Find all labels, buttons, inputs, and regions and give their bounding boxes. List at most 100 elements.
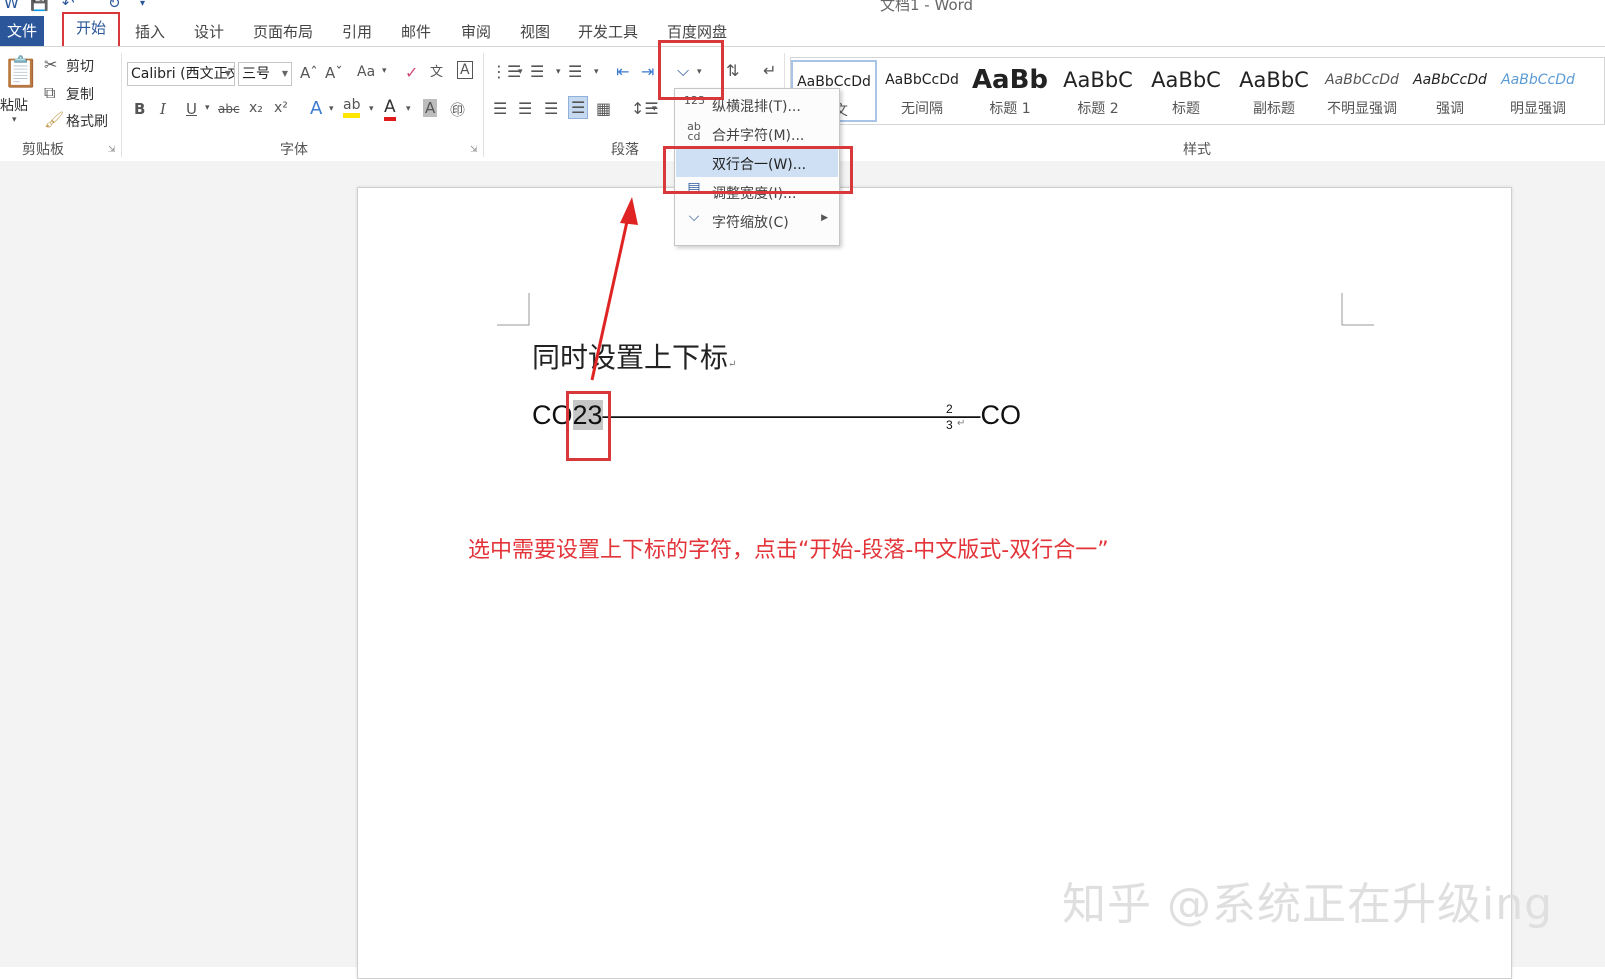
tab-design[interactable]: 设计 [194, 21, 224, 42]
underline-button[interactable]: U [186, 100, 197, 118]
line-spacing-dropdown-icon[interactable]: ▾ [652, 104, 657, 114]
paste-icon[interactable]: 📋 [2, 55, 39, 90]
instruction-annotation: 选中需要设置上下标的字符，点击“开始-段落-中文版式-双行合一” [468, 538, 1109, 563]
menu-item-label: 纵横混排(T)... [712, 99, 801, 115]
style-intense-emphasis[interactable]: AaBbCcDd 明显强调 [1495, 60, 1581, 122]
tab-insert[interactable]: 插入 [135, 21, 165, 42]
tab-home[interactable]: 开始 [62, 12, 120, 48]
bullets-icon[interactable]: ⋮☰ [491, 62, 521, 81]
menu-item-character-scaling[interactable]: ⌵ 字符缩放(C) ▶ [676, 207, 838, 235]
tab-review[interactable]: 审阅 [461, 21, 491, 42]
font-color-icon[interactable]: A [384, 97, 396, 121]
styles-gallery: AaBbCcDd 正文 AaBbCcDd 无间隔 AaBb 标题 1 AaBbC… [790, 57, 1605, 125]
character-shading-icon[interactable]: A [423, 99, 438, 117]
align-center-icon[interactable]: ☰ [518, 99, 532, 118]
document-page[interactable] [357, 187, 1512, 979]
clipboard-group-label: 剪贴板 [22, 142, 64, 158]
numbering-icon[interactable]: ☰ [530, 62, 544, 81]
multilevel-dropdown-icon[interactable]: ▾ [594, 67, 599, 77]
strikethrough-button[interactable]: abc [218, 102, 240, 116]
paste-dropdown-icon[interactable]: ▾ [12, 115, 17, 125]
menu-item-label: 字符缩放(C) [712, 215, 789, 231]
enclosed-character-icon[interactable]: ㊞ [450, 99, 465, 120]
format-painter-button[interactable]: 格式刷 [66, 111, 108, 131]
watermark: 知乎 @系统正在升级ing [1062, 879, 1554, 930]
align-right-icon[interactable]: ☰ [544, 99, 558, 118]
show-marks-icon[interactable]: ↵ [763, 61, 776, 80]
style-no-spacing[interactable]: AaBbCcDd 无间隔 [879, 60, 965, 122]
style-name: 标题 1 [989, 101, 1031, 117]
style-name: 无间隔 [901, 101, 943, 117]
decrease-indent-icon[interactable]: ⇤ [616, 62, 629, 81]
justify-icon[interactable]: ☰ [568, 96, 589, 119]
style-preview: AaBbC [1151, 68, 1221, 92]
style-emphasis[interactable]: AaBbCcDd 强调 [1407, 60, 1493, 122]
co3-base: CO [980, 400, 1022, 430]
customize-qat-icon[interactable]: ▾ [140, 0, 145, 9]
change-case-button[interactable]: Aa [357, 64, 375, 80]
font-color-dropdown-icon[interactable]: ▾ [406, 104, 411, 114]
multilevel-list-icon[interactable]: ☰ [568, 62, 582, 81]
tab-references[interactable]: 引用 [342, 21, 372, 42]
tab-file[interactable]: 文件 [0, 16, 44, 46]
style-name: 标题 2 [1077, 101, 1119, 117]
sort-icon[interactable]: ⇅ [726, 61, 739, 80]
font-launcher-icon[interactable]: ⇲ [470, 145, 478, 155]
submenu-arrow-icon: ▶ [821, 213, 828, 223]
highlight-color-icon[interactable]: ab [343, 97, 361, 118]
tab-baidu-netdisk[interactable]: 百度网盘 [667, 21, 727, 42]
save-icon[interactable]: 💾 [30, 0, 49, 12]
style-title[interactable]: AaBbC 标题 [1143, 60, 1229, 122]
text-effects-icon[interactable]: A [310, 98, 322, 119]
clear-formatting-icon[interactable]: ✓ [405, 63, 418, 82]
cut-icon: ✂ [44, 55, 58, 74]
underline-dropdown-icon[interactable]: ▾ [205, 103, 210, 113]
highlight-asian-layout-button [658, 40, 724, 100]
style-subtle-emphasis[interactable]: AaBbCcDd 不明显强调 [1319, 60, 1405, 122]
style-heading-1[interactable]: AaBb 标题 1 [967, 60, 1053, 122]
style-preview: AaBbC [1239, 68, 1309, 92]
dash-line: —————————————— [602, 400, 981, 430]
tab-mailings[interactable]: 邮件 [401, 21, 431, 42]
group-separator [121, 53, 122, 157]
style-heading-2[interactable]: AaBbC 标题 2 [1055, 60, 1141, 122]
style-preview: AaBbCcDd [885, 72, 959, 88]
styles-group-label: 样式 [1183, 142, 1211, 158]
text-effects-dropdown-icon[interactable]: ▾ [329, 104, 334, 114]
bullets-dropdown-icon[interactable]: ▾ [518, 67, 523, 77]
combine-characters-icon: ab cd [687, 120, 701, 143]
cut-button[interactable]: 剪切 [66, 56, 94, 76]
style-subtitle[interactable]: AaBbC 副标题 [1231, 60, 1317, 122]
word-logo-icon: W [4, 0, 19, 12]
grow-font-icon[interactable]: Aˆ [300, 64, 318, 82]
distributed-icon[interactable]: ▦ [596, 99, 611, 118]
font-name-combo[interactable]: Calibri (西文正文) ▼ [127, 62, 235, 86]
font-size-combo[interactable]: 三号 ▼ [238, 62, 292, 86]
subscript-button[interactable]: x₂ [249, 100, 263, 116]
red-arrow-icon [590, 197, 638, 381]
copy-button[interactable]: 复制 [66, 84, 94, 104]
style-preview: AaBbCcDd [1325, 72, 1399, 88]
phonetic-guide-icon[interactable]: 文 [430, 61, 443, 80]
tab-view[interactable]: 视图 [520, 21, 550, 42]
menu-item-combine-characters[interactable]: ab cd 合并字符(M)... [676, 120, 838, 148]
italic-button[interactable]: I [160, 100, 166, 118]
highlight-dropdown-icon[interactable]: ▾ [369, 104, 374, 114]
format-painter-icon: 🖌 [44, 110, 65, 129]
increase-indent-icon[interactable]: ⇥ [641, 62, 654, 81]
clipboard-launcher-icon[interactable]: ⇲ [108, 145, 116, 155]
redo-icon[interactable]: ↻ [108, 0, 121, 12]
bold-button[interactable]: B [134, 100, 145, 118]
font-name-value: Calibri (西文正文) [131, 66, 234, 82]
paste-button[interactable]: 粘贴 [0, 95, 28, 115]
shrink-font-icon[interactable]: Aˇ [325, 64, 343, 82]
superscript-button[interactable]: x² [274, 100, 288, 116]
numbering-dropdown-icon[interactable]: ▾ [556, 67, 561, 77]
style-preview: AaBb [971, 65, 1049, 95]
tab-developer[interactable]: 开发工具 [578, 21, 638, 42]
change-case-dropdown-icon[interactable]: ▾ [382, 66, 387, 76]
enclose-characters-icon[interactable]: A [457, 61, 473, 79]
tab-layout[interactable]: 页面布局 [253, 21, 313, 42]
align-left-icon[interactable]: ☰ [493, 99, 507, 118]
undo-icon[interactable]: ↶ [62, 0, 75, 12]
